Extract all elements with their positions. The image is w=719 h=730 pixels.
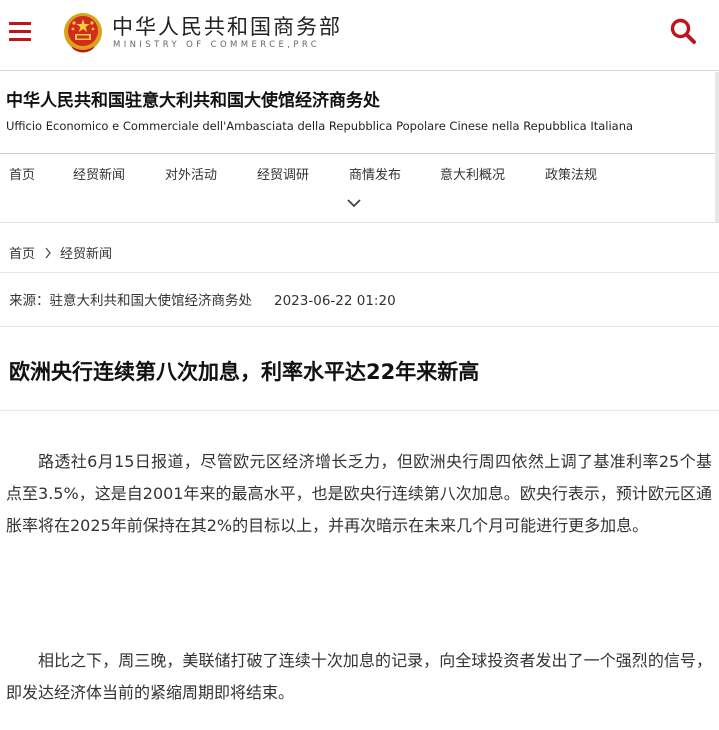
article-source: 来源：驻意大利共和国大使馆经济商务处: [9, 293, 252, 309]
nav-item-trade-news[interactable]: 经贸新闻: [73, 164, 125, 183]
site-name-chinese: 中华人民共和国商务部: [112, 15, 342, 39]
nav-item-policies[interactable]: 政策法规: [545, 164, 597, 183]
national-emblem-logo[interactable]: [62, 10, 104, 54]
main-nav: 首页 经贸新闻 对外活动 经贸调研 商情发布 意大利概况 政策法规: [0, 153, 719, 223]
site-name-english: MINISTRY OF COMMERCE,PRC: [113, 40, 321, 50]
breadcrumb: 首页 经贸新闻: [9, 243, 112, 262]
scrollbar-track[interactable]: [715, 72, 719, 222]
meta-divider: [0, 326, 719, 327]
article-paragraph-2: 相比之下，周三晚，美联储打破了连续十次加息的记录，向全球投资者发出了一个强烈的信…: [6, 651, 712, 702]
breadcrumb-trade-news[interactable]: 经贸新闻: [60, 243, 112, 262]
search-icon[interactable]: [669, 17, 697, 45]
nav-item-trade-research[interactable]: 经贸调研: [257, 164, 309, 183]
breadcrumb-divider: [0, 272, 719, 273]
chevron-right-icon: [45, 247, 51, 258]
header-divider: [0, 70, 719, 71]
article-meta: 来源：驻意大利共和国大使馆经济商务处 2023-06-22 01:20: [9, 289, 396, 309]
nav-item-business-info[interactable]: 商情发布: [349, 164, 401, 183]
breadcrumb-home[interactable]: 首页: [9, 243, 35, 262]
chevron-down-icon[interactable]: [344, 196, 364, 210]
article-title: 欧洲央行连续第八次加息，利率水平达22年来新高: [9, 360, 480, 384]
hamburger-menu-icon[interactable]: [9, 22, 31, 42]
article-paragraph-1: 路透社6月15日报道，尽管欧元区经济增长乏力，但欧洲央行周四依然上调了基准利率2…: [6, 452, 712, 535]
nav-item-external-activities[interactable]: 对外活动: [165, 164, 217, 183]
top-header: 中华人民共和国商务部 MINISTRY OF COMMERCE,PRC: [0, 0, 719, 66]
department-subtitle: Ufficio Economico e Commerciale dell'Amb…: [6, 119, 634, 133]
department-title[interactable]: 中华人民共和国驻意大利共和国大使馆经济商务处: [6, 86, 380, 111]
article-date: 2023-06-22 01:20: [274, 293, 396, 309]
nav-item-home[interactable]: 首页: [9, 164, 35, 183]
nav-item-italy-overview[interactable]: 意大利概况: [440, 164, 505, 183]
title-divider: [0, 410, 719, 411]
